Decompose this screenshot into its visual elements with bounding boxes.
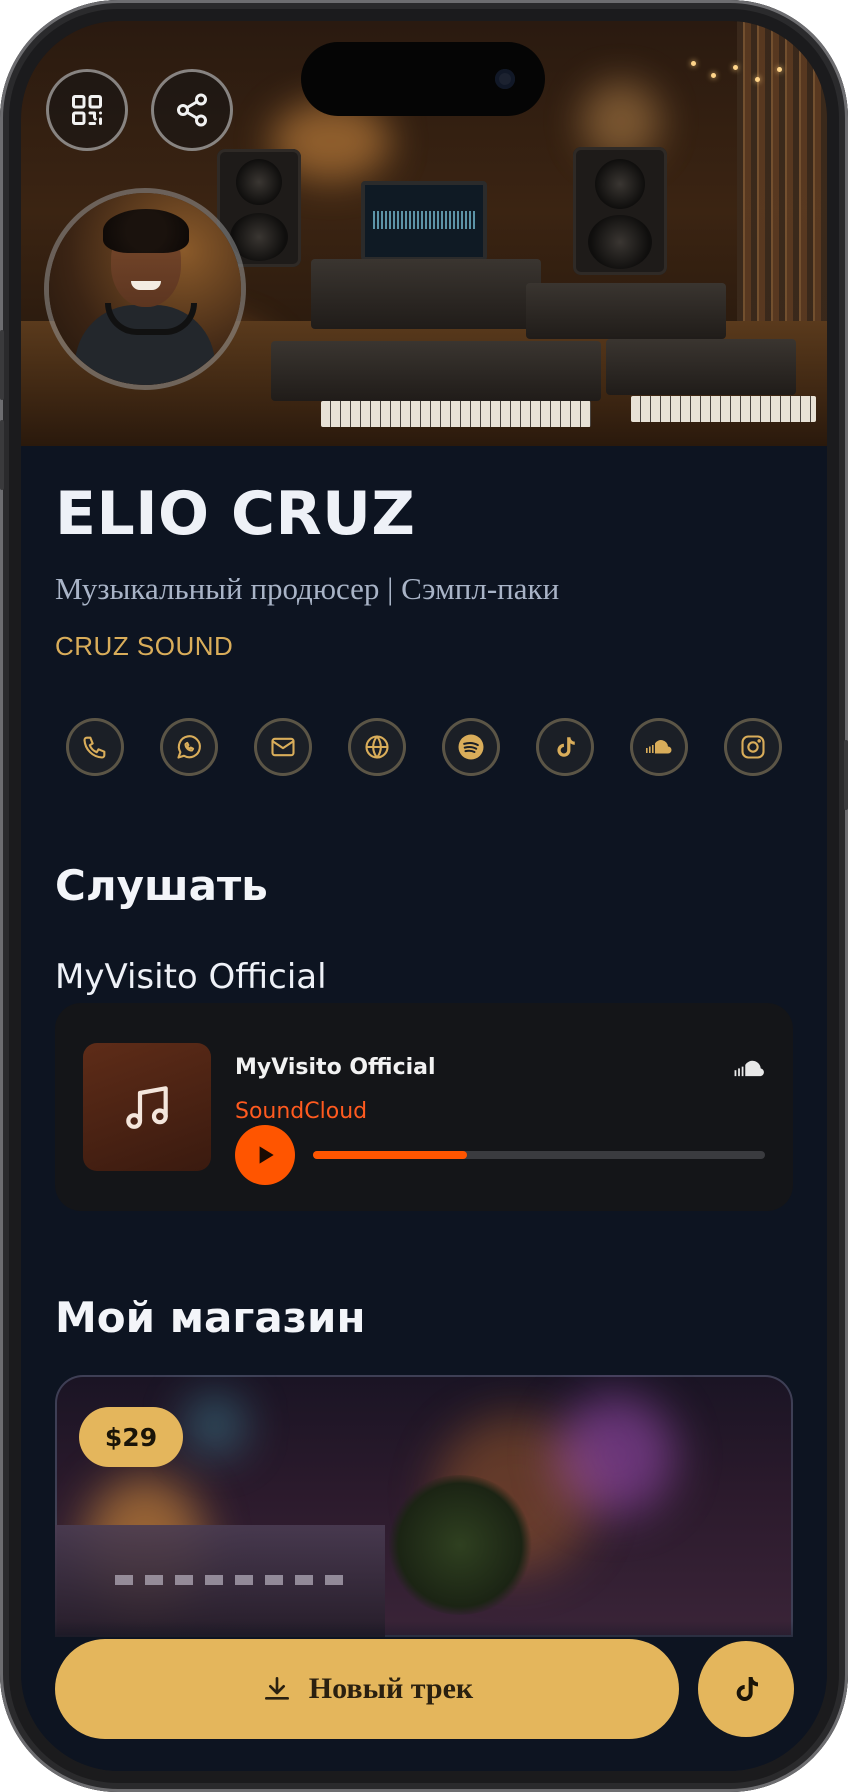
tiktok-link[interactable] — [536, 718, 594, 776]
qr-code-icon — [72, 95, 102, 125]
download-icon — [264, 1677, 289, 1700]
phone-icon — [83, 736, 106, 759]
tiktok-icon — [557, 737, 575, 757]
instagram-link[interactable] — [724, 718, 782, 776]
track-cover — [83, 1043, 211, 1171]
share-icon — [177, 93, 207, 127]
audio-player: MyVisito Official SoundCloud — [55, 1003, 793, 1211]
whatsapp-icon — [177, 735, 201, 759]
volume-down-button — [0, 420, 4, 490]
soundcloud-link[interactable] — [630, 718, 688, 776]
whatsapp-link[interactable] — [160, 718, 218, 776]
new-track-button[interactable]: Новый трек — [55, 1639, 679, 1739]
new-track-label: Новый трек — [308, 1672, 474, 1705]
profile-name: ELIO CRUZ — [55, 479, 416, 549]
play-button[interactable] — [235, 1125, 295, 1185]
track-source: SoundCloud — [235, 1099, 368, 1124]
dynamic-island — [301, 42, 545, 116]
shop-heading: Мой магазин — [55, 1293, 366, 1342]
screen: ELIO CRUZ Музыкальный продюсер | Сэмпл-п… — [21, 21, 827, 1771]
avatar — [49, 193, 241, 385]
track-title: MyVisito Official — [235, 1055, 436, 1080]
phone-link[interactable] — [66, 718, 124, 776]
playlist-label: MyVisito Official — [55, 957, 327, 997]
spotify-link[interactable] — [442, 718, 500, 776]
qr-code-button[interactable] — [46, 69, 128, 151]
company-name: CRUZ SOUND — [55, 631, 234, 661]
volume-up-button — [0, 330, 4, 400]
product-price: $29 — [79, 1407, 183, 1467]
mail-link[interactable] — [254, 718, 312, 776]
listen-heading: Слушать — [55, 861, 268, 910]
tiktok-fab[interactable] — [698, 1641, 794, 1737]
globe-icon — [365, 735, 389, 759]
track-progress-fill — [313, 1151, 467, 1159]
power-button — [844, 740, 848, 810]
track-progress[interactable] — [313, 1151, 765, 1159]
music-note-icon — [126, 1086, 168, 1129]
phone-frame: ELIO CRUZ Музыкальный продюсер | Сэмпл-п… — [0, 0, 848, 1792]
website-link[interactable] — [348, 718, 406, 776]
spotify-icon — [458, 734, 484, 760]
soundcloud-brand — [731, 1059, 769, 1084]
soundcloud-icon — [734, 1060, 764, 1077]
social-links — [66, 718, 786, 780]
soundcloud-icon — [646, 740, 672, 754]
product-card[interactable]: $29 — [55, 1375, 793, 1637]
play-icon — [259, 1146, 274, 1164]
mail-icon — [271, 737, 295, 757]
share-button[interactable] — [151, 69, 233, 151]
profile-title: Музыкальный продюсер | Сэмпл-паки — [55, 571, 560, 606]
tiktok-icon — [736, 1677, 758, 1701]
instagram-icon — [741, 735, 765, 759]
